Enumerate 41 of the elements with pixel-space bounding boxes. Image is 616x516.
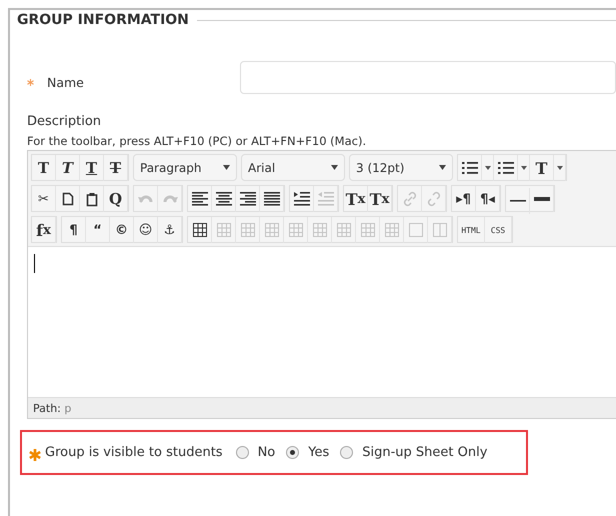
- caret-icon: [331, 165, 338, 170]
- dropdown[interactable]: 3 (12pt): [349, 154, 453, 181]
- toolbar-button[interactable]: HTML: [458, 217, 485, 243]
- toolbar-button[interactable]: T: [80, 155, 104, 181]
- toolbar-button[interactable]: ¶◂: [476, 186, 500, 212]
- section-title: GROUP INFORMATION: [17, 12, 189, 28]
- toolbar-button[interactable]: ⚓: [158, 217, 182, 243]
- dropdown-arrow[interactable]: [482, 155, 494, 181]
- toolbar-button[interactable]: T: [56, 155, 80, 181]
- toolbar-button[interactable]: ©: [110, 217, 134, 243]
- dropdown[interactable]: Paragraph: [133, 154, 237, 181]
- radio-button[interactable]: [340, 446, 354, 459]
- caret-icon: [223, 165, 230, 170]
- dropdown-arrow[interactable]: [554, 155, 566, 181]
- toolbar-button[interactable]: ¶: [62, 217, 86, 243]
- toolbar-button[interactable]: T: [104, 155, 128, 181]
- dropdown[interactable]: Arial: [241, 154, 345, 181]
- field-label: Description: [27, 114, 102, 129]
- path-value: p: [64, 402, 72, 415]
- toolbar-button[interactable]: ▸¶: [452, 186, 476, 212]
- field-label: Name: [47, 75, 84, 90]
- field-label: Group is visible to students: [45, 445, 223, 460]
- toolbar-button[interactable]: ✂: [32, 186, 56, 212]
- caret-icon: [520, 166, 526, 170]
- caret-icon: [484, 166, 490, 170]
- radio-button[interactable]: [286, 446, 300, 459]
- name-field[interactable]: [240, 61, 616, 94]
- toolbar-button[interactable]: Q: [104, 186, 128, 212]
- caret-icon: [439, 165, 446, 170]
- path-label: Path:: [33, 402, 61, 415]
- toolbar-button[interactable]: ☺: [134, 217, 158, 243]
- radio-label[interactable]: Yes: [308, 445, 330, 460]
- toolbar-button[interactable]: “: [86, 217, 110, 243]
- dropdown-arrow[interactable]: [518, 155, 530, 181]
- toolbar-button[interactable]: CSS: [485, 217, 512, 243]
- radio-label[interactable]: Sign-up Sheet Only: [362, 445, 488, 460]
- toolbar-button[interactable]: T: [32, 155, 56, 181]
- radio-label[interactable]: No: [258, 445, 276, 460]
- radio-button[interactable]: [236, 446, 249, 459]
- caret-icon: [556, 166, 562, 170]
- toolbar-hint: For the toolbar, press ALT+F10 (PC) or ALT+FN+F10 (Mac).: [27, 134, 368, 148]
